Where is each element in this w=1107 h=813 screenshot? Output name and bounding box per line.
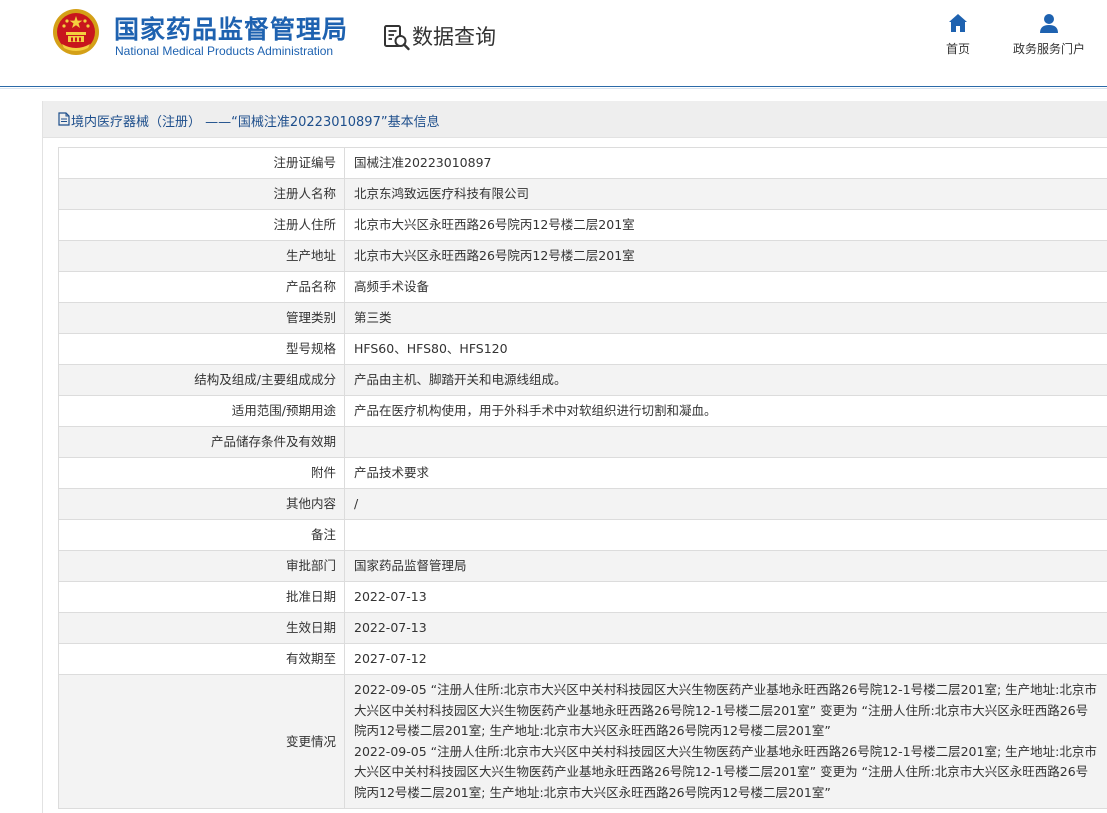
change-history-line: 2022-09-05 “注册人住所:北京市大兴区中关村科技园区大兴生物医药产业基… xyxy=(354,743,1097,759)
header-divider-shadow xyxy=(0,88,1107,89)
change-history-line: 院丙12号楼二层201室; 生产地址:北京市大兴区永旺西路26号院丙12号楼二层… xyxy=(354,784,831,800)
panel-header: 境内医疗器械（注册） ——“国械注准20223010897”基本信息 xyxy=(43,101,1107,138)
field-label: 生效日期 xyxy=(58,612,345,644)
detail-panel: 境内医疗器械（注册） ——“国械注准20223010897”基本信息 注册证编号… xyxy=(42,101,1107,813)
table-row: 注册人名称 北京东鸿致远医疗科技有限公司 xyxy=(58,178,1107,210)
field-value: 2022-07-13 xyxy=(344,581,1107,613)
field-value: 北京东鸿致远医疗科技有限公司 xyxy=(344,178,1107,210)
change-history-value: 2022-09-05 “注册人住所:北京市大兴区中关村科技园区大兴生物医药产业基… xyxy=(344,674,1107,809)
table-row: 其他内容 / xyxy=(58,488,1107,520)
table-row: 生产地址 北京市大兴区永旺西路26号院丙12号楼二层201室 xyxy=(58,240,1107,272)
field-value: 2027-07-12 xyxy=(344,643,1107,675)
table-row: 注册证编号 国械注准20223010897 xyxy=(58,147,1107,179)
change-history-line: 院丙12号楼二层201室; 生产地址:北京市大兴区永旺西路26号院丙12号楼二层… xyxy=(354,723,831,738)
table-row: 适用范围/预期用途 产品在医疗机构使用，用于外科手术中对软组织进行切割和凝血。 xyxy=(58,395,1107,427)
table-row-changes: 变更情况 2022-09-05 “注册人住所:北京市大兴区中关村科技园区大兴生物医… xyxy=(58,674,1107,809)
change-history-line: 大兴区中关村科技园区大兴生物医药产业基地永旺西路26号院12-1号楼二层201室… xyxy=(354,764,1089,779)
field-label: 适用范围/预期用途 xyxy=(58,395,345,427)
field-label: 批准日期 xyxy=(58,581,345,613)
field-value: 北京市大兴区永旺西路26号院丙12号楼二层201室 xyxy=(344,240,1107,272)
field-label: 附件 xyxy=(58,457,345,489)
field-label: 注册证编号 xyxy=(58,147,345,179)
field-value: 高频手术设备 xyxy=(344,271,1107,303)
data-query-icon xyxy=(384,25,410,51)
field-value: / xyxy=(344,488,1107,520)
nav-home-label: 首页 xyxy=(945,42,970,56)
field-value: HFS60、HFS80、HFS120 xyxy=(344,333,1107,365)
field-value: 产品由主机、脚踏开关和电源线组成。 xyxy=(344,364,1107,396)
page-title: 数据查询 xyxy=(412,25,496,49)
nav-home-link[interactable]: 首页 xyxy=(938,12,978,60)
table-row: 批准日期 2022-07-13 xyxy=(58,581,1107,613)
table-row: 审批部门 国家药品监督管理局 xyxy=(58,550,1107,582)
field-value xyxy=(344,519,1107,551)
field-label: 生产地址 xyxy=(58,240,345,272)
field-value: 北京市大兴区永旺西路26号院丙12号楼二层201室 xyxy=(344,209,1107,241)
field-label: 审批部门 xyxy=(58,550,345,582)
field-label: 备注 xyxy=(58,519,345,551)
field-value xyxy=(344,426,1107,458)
field-label: 变更情况 xyxy=(58,674,345,809)
header-divider xyxy=(0,86,1107,87)
national-emblem-icon xyxy=(53,9,99,55)
table-row: 注册人住所 北京市大兴区永旺西路26号院丙12号楼二层201室 xyxy=(58,209,1107,241)
agency-name-cn: 国家药品监督管理局 xyxy=(114,15,349,44)
document-icon xyxy=(58,112,70,126)
table-row: 备注 xyxy=(58,519,1107,551)
field-label: 有效期至 xyxy=(58,643,345,675)
change-history-line: 大兴区中关村科技园区大兴生物医药产业基地永旺西路26号院12-1号楼二层201室… xyxy=(354,702,1089,718)
field-label: 结构及组成/主要组成成分 xyxy=(58,364,345,396)
field-label: 管理类别 xyxy=(58,302,345,334)
field-label: 注册人名称 xyxy=(58,178,345,210)
user-icon xyxy=(1040,14,1058,33)
field-label: 型号规格 xyxy=(58,333,345,365)
nav-portal-link[interactable]: 政务服务门户 xyxy=(1006,12,1092,60)
field-label: 产品储存条件及有效期 xyxy=(58,426,345,458)
table-row: 产品名称 高频手术设备 xyxy=(58,271,1107,303)
table-row: 管理类别 第三类 xyxy=(58,302,1107,334)
field-label: 其他内容 xyxy=(58,488,345,520)
nav-portal-label: 政务服务门户 xyxy=(1012,42,1085,56)
table-row: 有效期至 2027-07-12 xyxy=(58,643,1107,675)
panel-title: 境内医疗器械（注册） ——“国械注准20223010897”基本信息 xyxy=(71,115,440,130)
change-history-line: 2022-09-05 “注册人住所:北京市大兴区中关村科技园区大兴生物医药产业基… xyxy=(354,682,1097,697)
field-value: 2022-07-13 xyxy=(344,612,1107,644)
table-row: 型号规格 HFS60、HFS80、HFS120 xyxy=(58,333,1107,365)
field-value: 国械注准20223010897 xyxy=(344,147,1107,179)
field-value: 产品技术要求 xyxy=(344,457,1107,489)
info-table: 注册证编号 国械注准20223010897 注册人名称 北京东鸿致远医疗科技有限公司注… xyxy=(58,147,1107,809)
table-row: 生效日期 2022-07-13 xyxy=(58,612,1107,644)
agency-name-en: National Medical Products Administration xyxy=(115,44,334,58)
field-value: 产品在医疗机构使用，用于外科手术中对软组织进行切割和凝血。 xyxy=(344,395,1107,427)
table-row: 结构及组成/主要组成成分 产品由主机、脚踏开关和电源线组成。 xyxy=(58,364,1107,396)
field-label: 产品名称 xyxy=(58,271,345,303)
table-row: 产品储存条件及有效期 xyxy=(58,426,1107,458)
field-value: 国家药品监督管理局 xyxy=(344,550,1107,582)
field-value: 第三类 xyxy=(344,302,1107,334)
table-row: 附件 产品技术要求 xyxy=(58,457,1107,489)
site-header: 国家药品监督管理局 National Medical Products Admi… xyxy=(0,0,1107,86)
home-icon xyxy=(949,14,967,32)
field-label: 注册人住所 xyxy=(58,209,345,241)
